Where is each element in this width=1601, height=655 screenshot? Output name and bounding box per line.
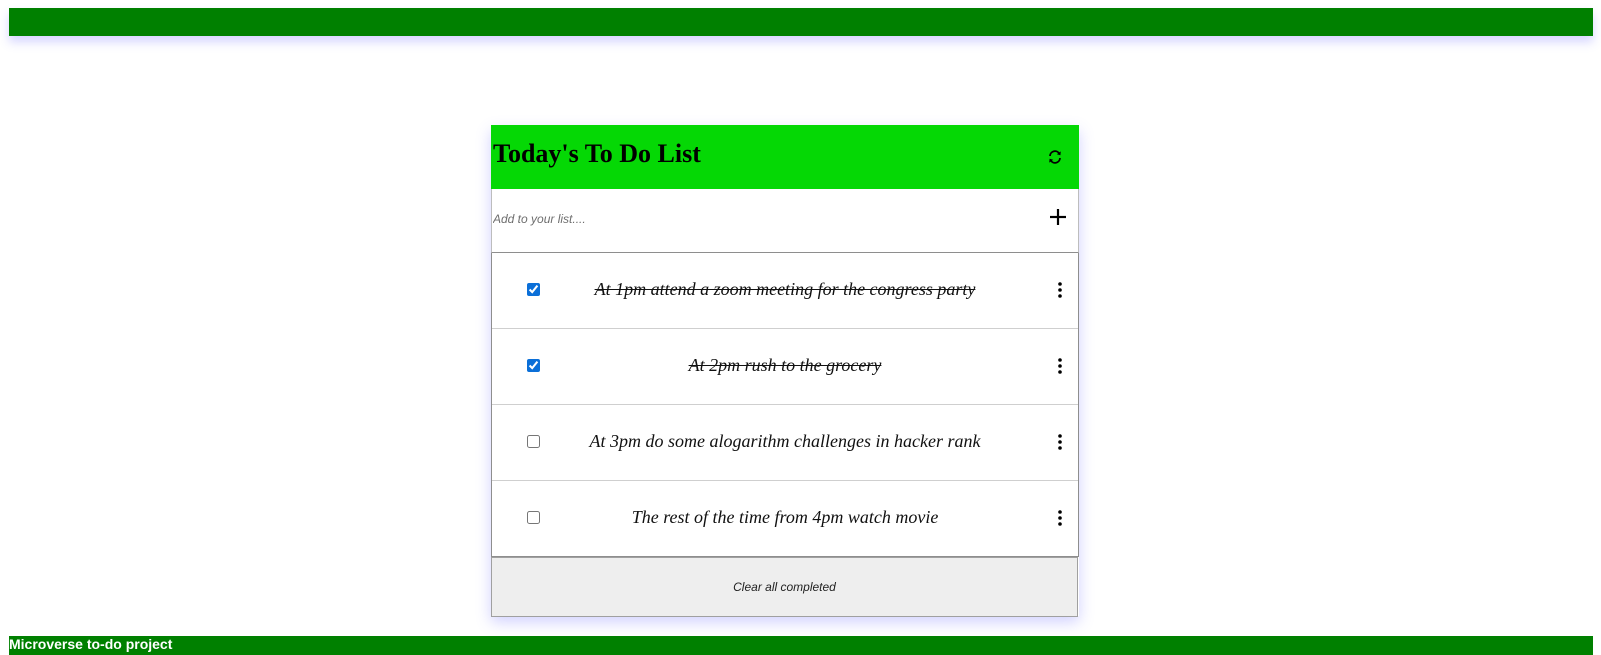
clear-completed-button[interactable]: Clear all completed [491,557,1078,617]
kebab-menu-icon[interactable] [1056,357,1064,375]
top-nav-bar [9,8,1593,36]
page-title: Today's To Do List [493,139,701,168]
refresh-icon[interactable] [1045,147,1065,167]
plus-icon[interactable] [1048,207,1068,227]
item-text: At 3pm do some alogarithm challenges in … [589,431,981,451]
item-text: At 2pm rush to the grocery [688,355,882,375]
list-item: The rest of the time from 4pm watch movi… [492,481,1078,556]
item-checkbox[interactable] [527,435,540,448]
todo-header: Today's To Do List [491,125,1079,189]
list-item: At 1pm attend a zoom meeting for the con… [492,253,1078,329]
footer-text: Microverse to-do project [9,636,173,652]
todo-list: At 1pm attend a zoom meeting for the con… [491,253,1079,557]
item-checkbox[interactable] [527,359,540,372]
clear-completed-label: Clear all completed [733,580,836,594]
add-item-input[interactable] [493,203,1013,235]
todo-card: Today's To Do List At 1pm attend a zoom … [491,125,1079,617]
item-checkbox[interactable] [527,283,540,296]
kebab-menu-icon[interactable] [1056,509,1064,527]
kebab-menu-icon[interactable] [1056,433,1064,451]
footer-bar: Microverse to-do project [9,636,1593,655]
item-text: At 1pm attend a zoom meeting for the con… [594,279,976,299]
add-item-row [491,189,1079,253]
list-item: At 2pm rush to the grocery [492,329,1078,405]
item-text: The rest of the time from 4pm watch movi… [631,507,939,527]
item-checkbox[interactable] [527,511,540,524]
list-item: At 3pm do some alogarithm challenges in … [492,405,1078,481]
kebab-menu-icon[interactable] [1056,281,1064,299]
